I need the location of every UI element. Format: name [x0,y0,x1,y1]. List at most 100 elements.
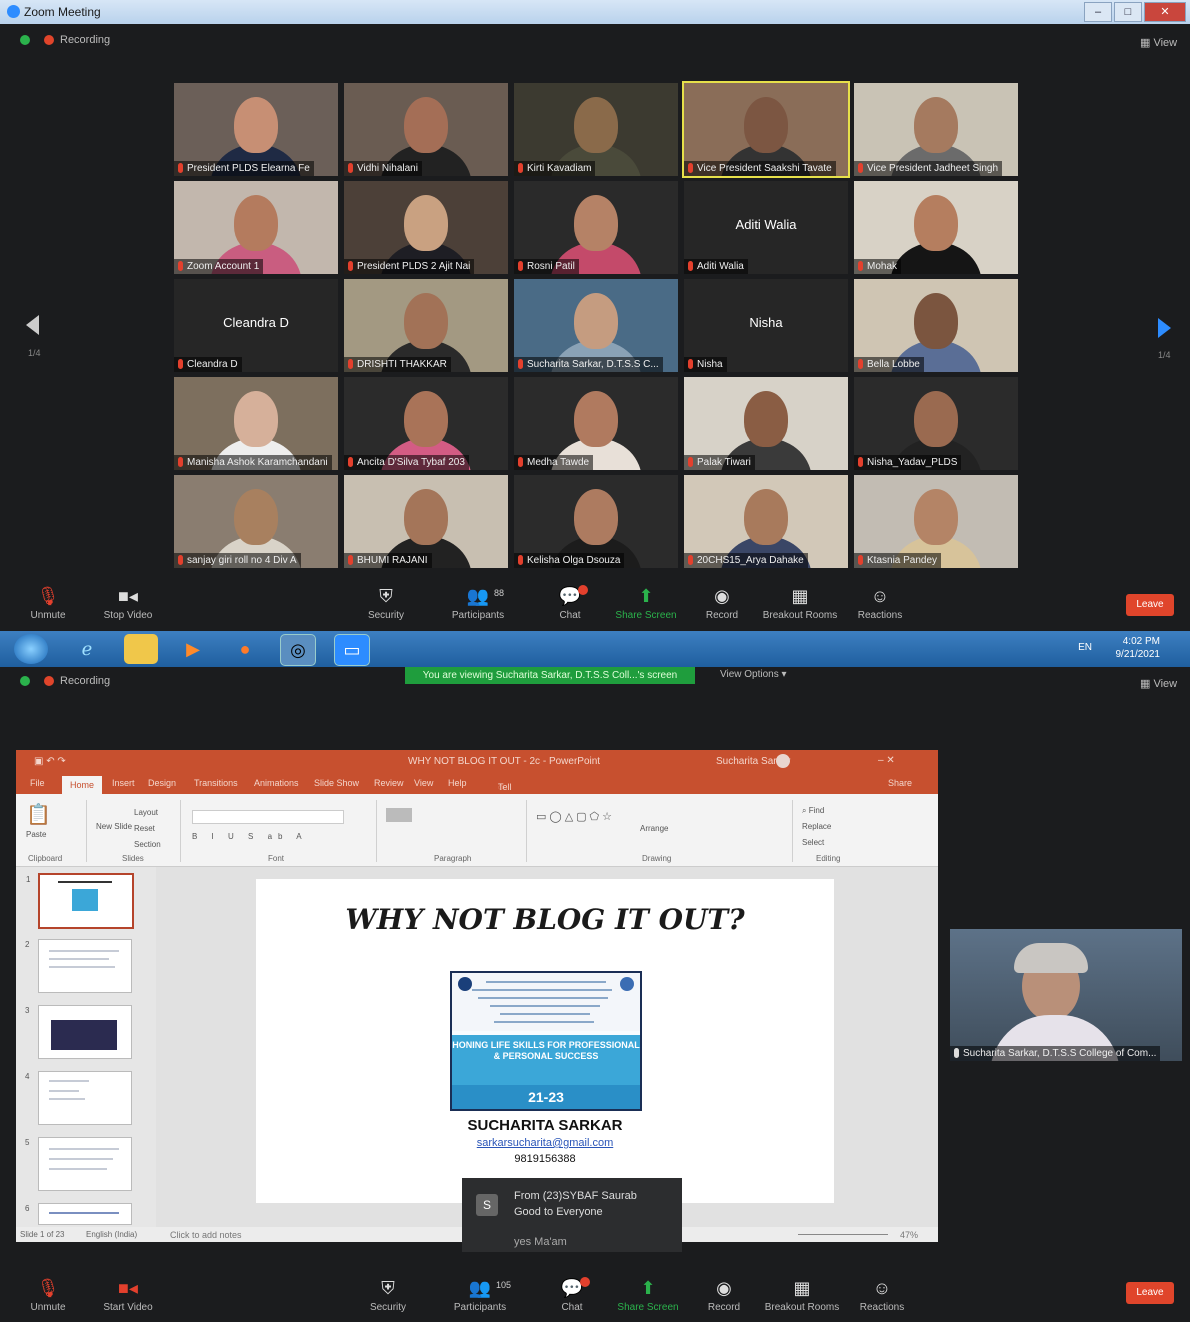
system-clock[interactable]: 4:02 PM 9/21/2021 [1116,635,1161,661]
ppt-window-controls[interactable]: – ✕ [878,755,895,766]
tab-design[interactable]: Design [148,778,176,788]
section-button[interactable]: Section [134,840,161,849]
breakout-rooms-button-2[interactable]: ▦ Breakout Rooms [762,1272,842,1313]
firefox-icon[interactable]: ● [228,634,262,664]
chat-button[interactable]: 💬 Chat [530,580,610,621]
share-screen-button[interactable]: ⬆ Share Screen [606,580,686,621]
stop-video-button[interactable]: ■◂ Stop Video [88,580,168,621]
tab-review[interactable]: Review [374,778,404,788]
next-page-arrow-icon[interactable] [1158,318,1171,338]
zoom-slider[interactable] [798,1234,888,1235]
arrange-button[interactable]: Arrange [640,824,668,833]
view-button-2[interactable]: ▦ View [1140,677,1177,690]
breakout-rooms-button[interactable]: ▦ Breakout Rooms [760,580,840,621]
tab-transitions[interactable]: Transitions [194,778,238,788]
file-explorer-icon[interactable] [124,634,158,664]
zoom-taskbar-icon[interactable]: ▭ [334,634,370,666]
participant-tile[interactable]: Mohak [854,181,1018,274]
participant-tile[interactable]: Zoom Account 1 [174,181,338,274]
reactions-button-2[interactable]: ☺ Reactions [842,1272,922,1313]
participant-tile[interactable]: 20CHS15_Arya Dahake [684,475,848,568]
media-player-icon[interactable]: ▶ [176,634,210,664]
select-button[interactable]: Select [802,838,824,847]
font-format-buttons[interactable]: B I U S ab A [192,832,308,841]
maximize-button[interactable]: □ [1114,2,1142,22]
recording-indicator[interactable]: Recording [20,34,110,46]
participant-tile[interactable]: Palak Tiwari [684,377,848,470]
unmute-button[interactable]: 🎙 Unmute [8,580,88,621]
chrome-icon[interactable]: ◎ [280,634,316,666]
reset-button[interactable]: Reset [134,824,155,833]
tab-file[interactable]: File [30,778,45,788]
record-button[interactable]: ◉ Record [682,580,762,621]
chat-button-2[interactable]: 💬 Chat [532,1272,612,1313]
save-icon[interactable]: ▣ ↶ ↷ [34,756,66,767]
slide-thumb-5[interactable]: 5 [25,1137,132,1191]
reactions-button[interactable]: ☺ Reactions [840,580,920,621]
tab-animations[interactable]: Animations [254,778,299,788]
participant-tile[interactable]: President PLDS Elearna Fe [174,83,338,176]
participant-tile[interactable]: Manisha Ashok Karamchandani [174,377,338,470]
recording-indicator-2[interactable]: Recording [20,675,110,687]
user-avatar[interactable] [776,754,790,768]
participant-tile[interactable]: Kirti Kavadiam [514,83,678,176]
tab-slide-show[interactable]: Slide Show [314,778,359,788]
slide-thumb-4[interactable]: 4 [25,1071,132,1125]
participant-tile[interactable]: Cleandra D Cleandra D [174,279,338,372]
shapes-gallery[interactable]: ▭◯△▢⬠☆ [536,810,615,823]
slide-thumb-2[interactable]: 2 [25,939,132,993]
leave-button[interactable]: Leave [1126,594,1174,616]
security-button-2[interactable]: ⛨ Security [348,1272,428,1313]
participant-tile[interactable]: Sucharita Sarkar, D.T.S.S C... [514,279,678,372]
start-button-icon[interactable] [14,634,48,664]
chat-notification-popup[interactable]: S From (23)SYBAF Saurab Good to Everyone… [462,1178,682,1252]
security-button[interactable]: ⛨ Security [346,580,426,621]
unmute-button-2[interactable]: 🎙 Unmute [8,1272,88,1313]
participant-tile[interactable]: Ancita D'Silva Tybaf 203 [344,377,508,470]
participant-tile[interactable]: Nisha Nisha [684,279,848,372]
participant-tile[interactable]: BHUMI RAJANI [344,475,508,568]
record-button-2[interactable]: ◉ Record [684,1272,764,1313]
slide-thumb-1[interactable]: 1 [26,873,134,929]
tab-view[interactable]: View [414,778,433,788]
participant-tile[interactable]: Vidhi Nihalani [344,83,508,176]
leave-button-2[interactable]: Leave [1126,1282,1174,1304]
new-slide-button[interactable]: New Slide [96,822,132,831]
layout-button[interactable]: Layout [134,808,158,817]
internet-explorer-icon[interactable]: ℯ [70,634,104,664]
paste-icon[interactable]: 📋 [26,802,51,827]
share-button[interactable]: Share [888,778,912,788]
tab-home[interactable]: Home [62,776,103,794]
share-screen-button-2[interactable]: ⬆ Share Screen [608,1272,688,1313]
paste-button[interactable]: Paste [26,830,46,839]
view-options-button[interactable]: View Options ▾ [720,669,787,680]
tab-help[interactable]: Help [448,778,467,788]
participant-tile[interactable]: Ktasnia Pandey [854,475,1018,568]
participant-tile[interactable]: DRISHTI THAKKAR [344,279,508,372]
slide-thumb-6[interactable]: 6 [25,1203,132,1225]
participant-tile[interactable]: Nisha_Yadav_PLDS [854,377,1018,470]
active-speaker-video[interactable]: Sucharita Sarkar, D.T.S.S College of Com… [950,929,1182,1061]
participant-tile[interactable]: Vice President Saakshi Tavate [682,81,850,178]
participants-button[interactable]: 👥 Participants [438,580,518,621]
current-slide[interactable]: WHY NOT BLOG IT OUT? HONING LIFE SKILLS … [256,879,834,1203]
participant-tile[interactable]: Medha Tawde [514,377,678,470]
close-button[interactable]: ✕ [1144,2,1186,22]
find-button[interactable]: ⌕ Find [802,806,824,816]
participant-tile[interactable]: President PLDS 2 Ajit Nai [344,181,508,274]
participant-tile[interactable]: Aditi Walia Aditi Walia [684,181,848,274]
participants-button-2[interactable]: 👥 Participants [440,1272,520,1313]
prev-page-arrow-icon[interactable] [26,315,39,335]
language-indicator[interactable]: EN [1078,642,1092,653]
participant-tile[interactable]: Rosni Patil [514,181,678,274]
zoom-percent[interactable]: 47% [900,1230,918,1240]
presenter-email-link[interactable]: sarkarsucharita@gmail.com [256,1137,834,1149]
view-button[interactable]: ▦ View [1140,36,1177,49]
bullets-icon[interactable] [386,808,412,822]
participant-tile[interactable]: sanjay giri roll no 4 Div A [174,475,338,568]
slide-thumb-3[interactable]: 3 [25,1005,132,1059]
replace-button[interactable]: Replace [802,822,831,831]
start-video-button[interactable]: ■◂ Start Video [88,1272,168,1313]
tab-insert[interactable]: Insert [112,778,135,788]
participant-tile[interactable]: Bella Lobbe [854,279,1018,372]
